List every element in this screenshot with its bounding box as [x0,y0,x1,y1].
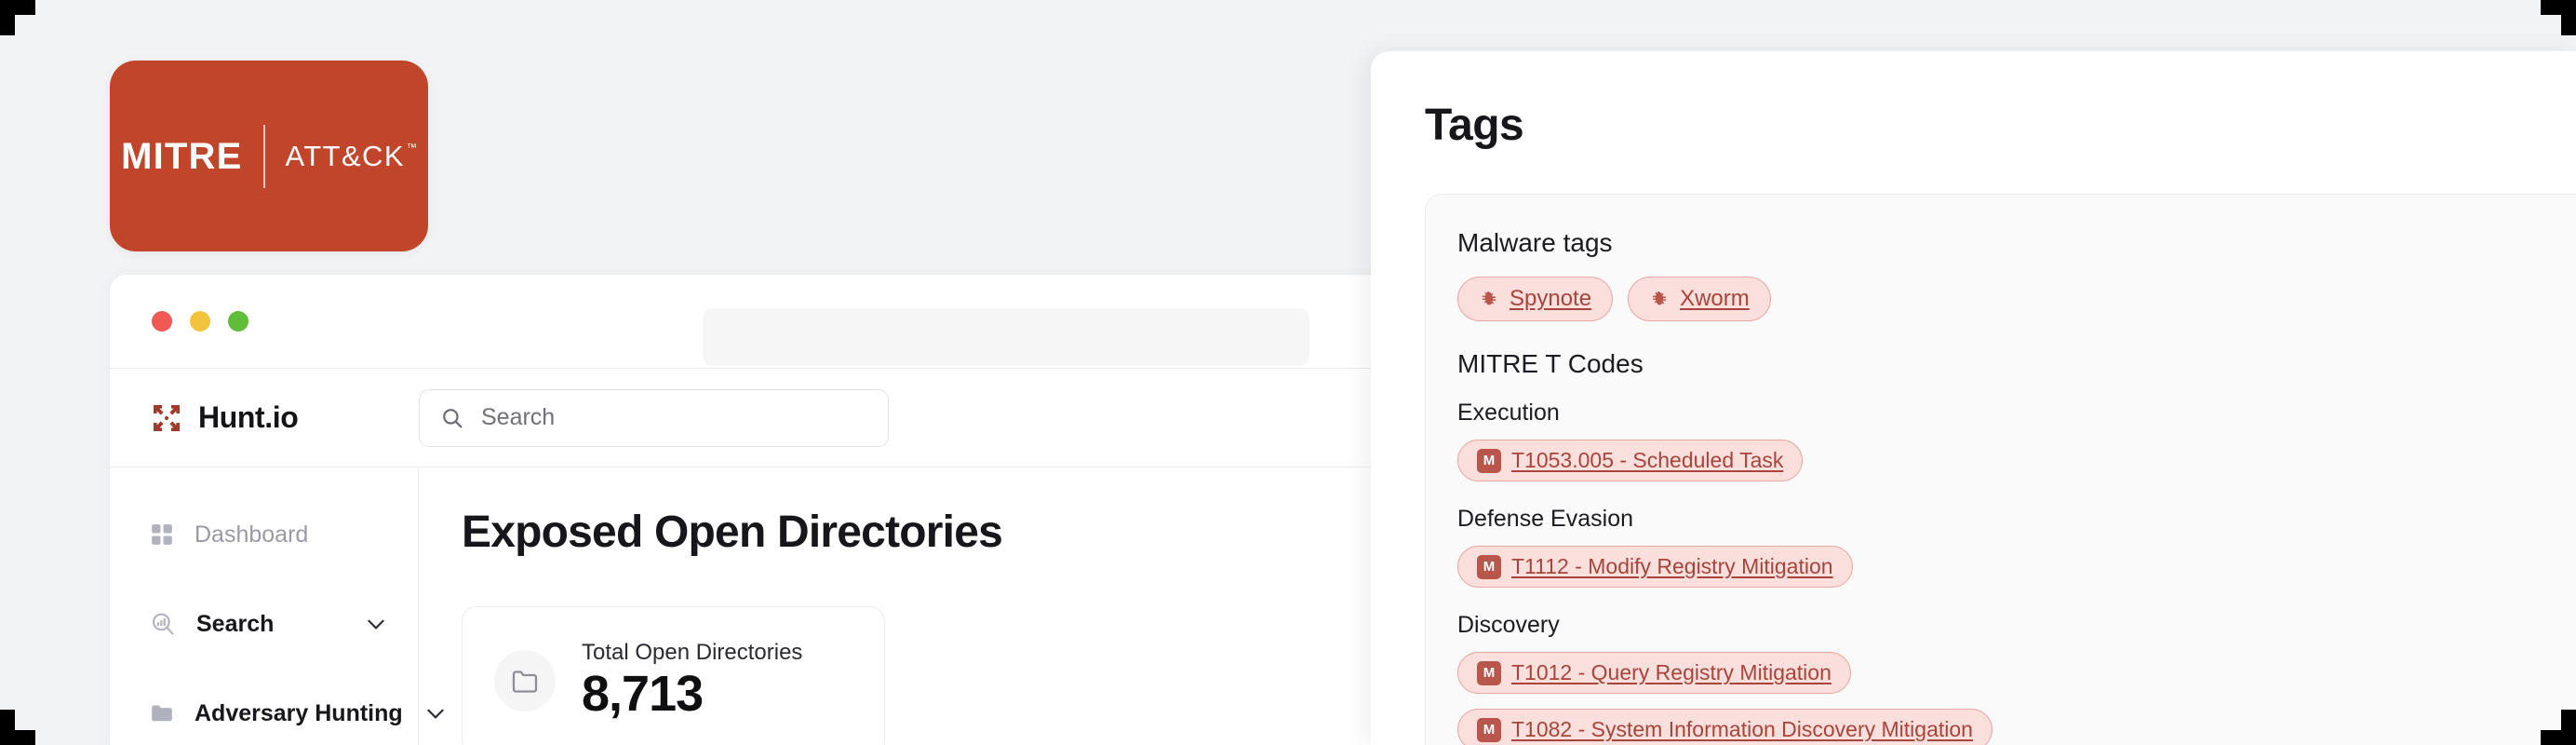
traffic-lights [152,311,248,332]
chevron-down-icon[interactable] [364,612,388,636]
malware-tag-spynote[interactable]: Spynote [1457,277,1614,321]
malware-tag-xworm[interactable]: Xworm [1628,277,1771,321]
malware-tags-label: Malware tags [1457,228,1613,257]
sidebar-item-search[interactable]: Search [110,596,418,652]
mitre-t-codes-label: MITRE T Codes [1457,349,1644,378]
search-input[interactable]: Search [419,388,889,447]
technique-tag[interactable]: M T1082 - System Information Discovery M… [1457,709,1992,745]
sidebar-item-label: Dashboard [195,521,309,548]
corner-mark-bottom-right [2541,710,2576,745]
technique-label: T1112 - Modify Registry Mitigation [1511,554,1833,578]
screenshot-stage: MITRE ATT&CK ™ Hunt.io Search Dashboard … [0,0,2576,745]
search-analytics-icon [150,611,176,637]
folder-icon [150,701,174,725]
tactic-label-execution: Execution [1457,400,1560,426]
trademark-symbol: ™ [406,142,417,154]
sidebar-item-adversary-hunting[interactable]: Adversary Hunting [110,685,444,741]
mitre-badge-icon: M [1477,717,1501,742]
stat-value: 8,713 [582,665,704,722]
brand-name: Hunt.io [198,400,299,434]
technique-label: T1082 - System Information Discovery Mit… [1511,717,1973,741]
technique-tag[interactable]: M T1053.005 - Scheduled Task [1457,440,1804,481]
sidebar-item-label: Adversary Hunting [195,699,403,726]
tactic-label-defense-evasion: Defense Evasion [1457,506,1634,532]
corner-mark-top-left [0,0,35,35]
malware-tag-label: Spynote [1509,286,1592,311]
close-window-button[interactable] [152,311,172,332]
mitre-attack-logo-card: MITRE ATT&CK ™ [110,61,428,251]
tactic-label-discovery: Discovery [1457,612,1560,638]
tags-panel-title: Tags [1425,101,1524,150]
folder-icon [494,650,556,711]
stat-card-text: Total Open Directories 8,713 [582,640,802,722]
technique-tag[interactable]: M T1112 - Modify Registry Mitigation [1457,546,1853,588]
corner-mark-top-right [2541,0,2576,35]
mitre-attack-logo: MITRE ATT&CK ™ [121,124,417,188]
stat-label: Total Open Directories [582,639,803,665]
mitre-wordmark: MITRE [121,135,243,177]
sidebar: Dashboard Search Adversary Hunting [110,467,444,745]
grid-icon [150,522,174,547]
technique-tag[interactable]: M T1012 - Query Registry Mitigation [1457,652,1851,694]
brand-logo[interactable]: Hunt.io [110,400,419,435]
mitre-badge-icon: M [1477,660,1501,685]
corner-mark-bottom-left [0,710,35,745]
tags-overlay-panel: Tags Malware tags Spynote Xworm MITRE T … [1371,51,2576,745]
technique-row-discovery: M T1012 - Query Registry Mitigation M T1… [1457,652,2397,745]
malware-tags-row: Spynote Xworm [1457,277,2576,321]
sidebar-item-label: Search [196,610,275,637]
tags-card: Malware tags Spynote Xworm MITRE T Codes… [1425,194,2576,745]
malware-tag-label: Xworm [1680,286,1750,311]
mitre-badge-icon: M [1477,448,1501,473]
minimize-window-button[interactable] [190,311,210,332]
technique-label: T1053.005 - Scheduled Task [1511,448,1784,472]
bug-icon [1649,289,1670,309]
technique-row-execution: M T1053.005 - Scheduled Task [1457,440,2576,481]
search-icon [440,406,464,430]
hunt-io-icon [150,401,183,435]
attck-wordmark-group: ATT&CK ™ [265,142,417,170]
stat-card-total-open-directories: Total Open Directories 8,713 [462,606,885,745]
url-bar[interactable] [703,308,1309,366]
sidebar-item-dashboard[interactable]: Dashboard [110,507,418,562]
zoom-window-button[interactable] [228,311,248,332]
search-placeholder: Search [481,404,556,430]
mitre-badge-icon: M [1477,554,1501,579]
attck-wordmark: ATT&CK [285,140,405,172]
bug-icon [1479,289,1499,309]
technique-row-defense-evasion: M T1112 - Modify Registry Mitigation [1457,546,2576,588]
technique-label: T1012 - Query Registry Mitigation [1511,660,1831,684]
